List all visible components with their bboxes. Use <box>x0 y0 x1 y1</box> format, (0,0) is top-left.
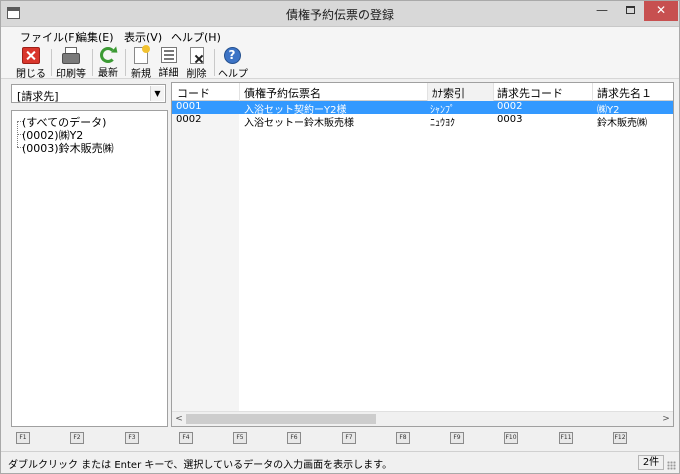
table-row[interactable]: 0002 入浴セットー鈴木販売様 ﾆｭｳﾖｸ 0003 鈴木販売㈱ <box>172 114 673 129</box>
column-separator <box>493 83 494 101</box>
scrollbar-thumb[interactable] <box>186 414 376 424</box>
print-button-label: 印刷等 <box>56 69 86 80</box>
column-header-code[interactable]: コード <box>177 85 210 101</box>
menu-edit[interactable]: 編集(E) <box>76 29 114 45</box>
function-key-f12[interactable]: F12 <box>613 432 627 444</box>
grid-header: コード 債権予約伝票名 ｶﾅ索引 請求先コード 請求先名１ <box>172 83 673 101</box>
close-icon <box>22 47 40 64</box>
menu-view[interactable]: 表示(V) <box>124 29 162 45</box>
new-document-icon <box>134 45 150 64</box>
function-key-f9[interactable]: F9 <box>450 432 464 444</box>
refresh-button-label: 最新 <box>98 68 118 79</box>
maximize-button[interactable] <box>616 1 644 21</box>
title-bar[interactable]: 債権予約伝票の登録 — ✕ <box>1 1 679 27</box>
tree-node-0003[interactable]: (0003)鈴木販売㈱ <box>22 140 114 156</box>
cell-code: 0001 <box>176 101 202 112</box>
help-button-label: ヘルプ <box>218 69 248 80</box>
menu-help[interactable]: ヘルプ(H) <box>171 29 221 45</box>
toolbar-separator <box>92 49 93 76</box>
refresh-button[interactable]: 最新 <box>95 47 121 79</box>
cell-kana: ﾆｭｳﾖｸ <box>430 118 455 129</box>
maximize-icon <box>625 6 635 14</box>
cell-billing-code: 0003 <box>497 114 523 125</box>
resize-grip-icon[interactable] <box>667 461 676 470</box>
data-grid[interactable]: コード 債権予約伝票名 ｶﾅ索引 請求先コード 請求先名１ 0001 入浴セット… <box>171 82 674 427</box>
filter-select-value: [請求先] <box>17 90 59 103</box>
print-button[interactable]: 印刷等 <box>54 47 88 80</box>
column-separator <box>427 83 428 101</box>
grid-row-gutter <box>172 101 239 411</box>
table-row[interactable]: 0001 入浴セット契約ーY2様 ｼｬﾝﾌﾟ 0002 ㈱Y2 <box>172 101 673 116</box>
detail-button-label: 詳細 <box>158 68 179 79</box>
cell-name: 入浴セットー鈴木販売様 <box>244 118 354 129</box>
toolbar-separator <box>125 49 126 76</box>
function-key-f5[interactable]: F5 <box>233 432 247 444</box>
column-header-kana[interactable]: ｶﾅ索引 <box>432 85 465 101</box>
filter-select[interactable]: [請求先] ▼ <box>11 84 166 103</box>
cell-code: 0002 <box>176 114 202 125</box>
new-button[interactable]: 新規 <box>129 45 153 80</box>
column-separator <box>239 83 240 101</box>
close-window-button[interactable]: ✕ <box>644 1 678 21</box>
scroll-left-icon[interactable]: < <box>172 412 186 426</box>
function-key-f1[interactable]: F1 <box>16 432 30 444</box>
new-button-label: 新規 <box>131 69 151 80</box>
status-bar: ダブルクリック または Enter キーで、選択しているデータの入力画面を表示し… <box>1 451 679 473</box>
detail-icon <box>160 47 177 63</box>
close-button-label: 閉じる <box>16 69 46 80</box>
column-separator <box>592 83 593 101</box>
toolbar: 閉じる 印刷等 最新 新規 詳細 削除 ? ヘルプ <box>1 45 679 80</box>
close-button[interactable]: 閉じる <box>16 47 46 80</box>
delete-button-label: 削除 <box>186 69 207 80</box>
function-key-f10[interactable]: F10 <box>504 432 518 444</box>
function-key-f6[interactable]: F6 <box>287 432 301 444</box>
refresh-icon <box>100 47 116 63</box>
record-count: 2件 <box>638 455 664 470</box>
printer-icon <box>62 47 80 64</box>
detail-button[interactable]: 詳細 <box>156 47 181 79</box>
function-key-f11[interactable]: F11 <box>559 432 573 444</box>
column-header-name[interactable]: 債権予約伝票名 <box>244 85 321 101</box>
left-panel: [請求先] ▼ (すべてのデータ) (0002)㈱Y2 (0003)鈴木販売㈱ <box>9 82 168 427</box>
function-key-f7[interactable]: F7 <box>342 432 356 444</box>
toolbar-separator <box>214 49 215 76</box>
toolbar-separator <box>51 49 52 76</box>
window-title: 債権予約伝票の登録 <box>285 8 394 22</box>
column-header-billing-name[interactable]: 請求先名１ <box>597 85 652 101</box>
function-key-bar: F1 F2 F3 F4 F5 F6 F7 F8 F9 F10 F11 F12 <box>1 429 679 449</box>
status-message: ダブルクリック または Enter キーで、選択しているデータの入力画面を表示し… <box>8 460 393 471</box>
column-header-billing-code[interactable]: 請求先コード <box>497 85 563 101</box>
delete-icon <box>189 47 204 64</box>
function-key-f8[interactable]: F8 <box>396 432 410 444</box>
function-key-f3[interactable]: F3 <box>125 432 139 444</box>
help-icon: ? <box>223 47 241 64</box>
minimize-button[interactable]: — <box>588 1 616 21</box>
function-key-f4[interactable]: F4 <box>179 432 193 444</box>
delete-button[interactable]: 削除 <box>184 47 209 80</box>
menu-file[interactable]: ファイル(F) <box>20 29 79 45</box>
cell-billing-code: 0002 <box>497 101 523 112</box>
app-window: 債権予約伝票の登録 — ✕ ファイル(F) 編集(E) 表示(V) ヘルプ(H)… <box>0 0 680 474</box>
scroll-right-icon[interactable]: > <box>659 412 673 426</box>
cell-billing-name: 鈴木販売㈱ <box>597 118 647 129</box>
help-button[interactable]: ? ヘルプ <box>218 47 248 80</box>
function-key-f2[interactable]: F2 <box>70 432 84 444</box>
menu-bar: ファイル(F) 編集(E) 表示(V) ヘルプ(H) <box>1 27 679 45</box>
filter-tree[interactable]: (すべてのデータ) (0002)㈱Y2 (0003)鈴木販売㈱ <box>11 110 168 427</box>
chevron-down-icon[interactable]: ▼ <box>150 86 164 101</box>
horizontal-scrollbar[interactable]: < > <box>172 411 673 426</box>
